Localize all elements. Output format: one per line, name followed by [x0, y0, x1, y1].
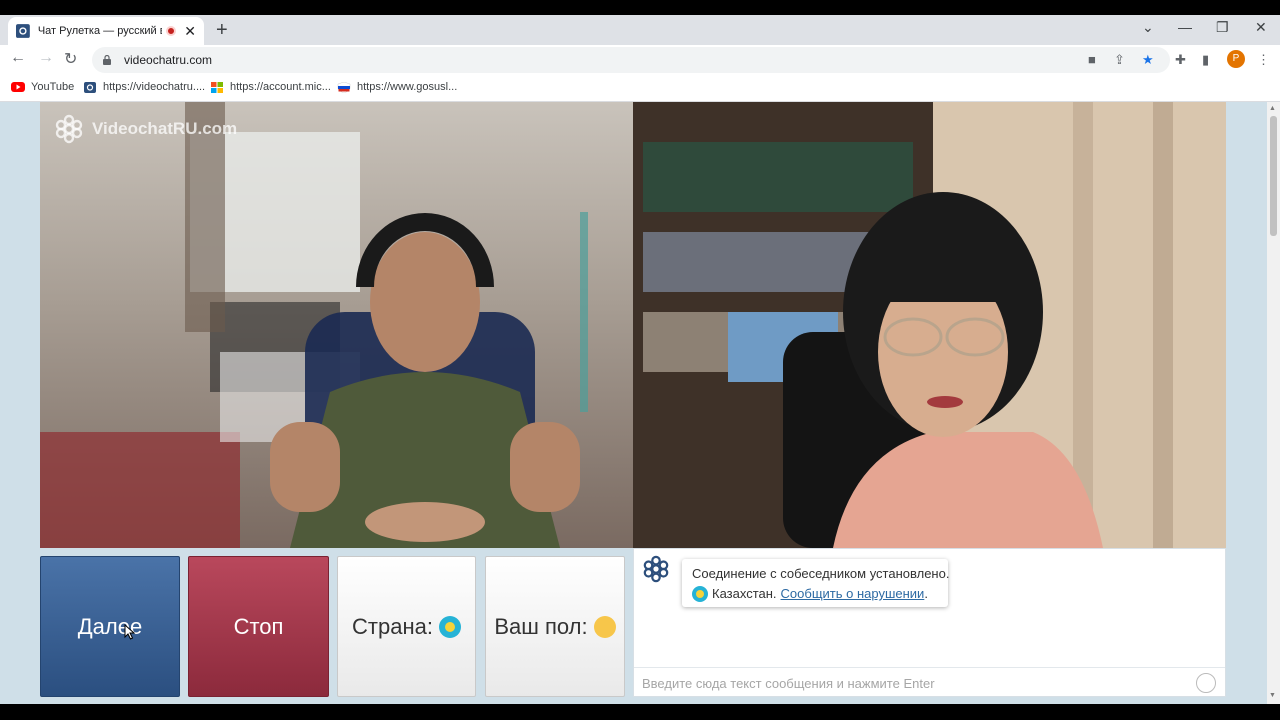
bookmark-label: https://videochatru.... — [103, 81, 206, 93]
bookmarks-bar: YouTube https://videochatru.... https://… — [0, 75, 1280, 102]
local-video: VideochatRU.com — [40, 102, 633, 548]
extensions-icon[interactable]: ✚ — [1175, 52, 1186, 68]
tab-strip: Чат Рулетка — русский вид ✕ + ⌄ — ❐ ✕ — [0, 15, 1280, 45]
chat-panel: Соединение с собеседником установлено. К… — [633, 548, 1226, 697]
local-video-scene — [40, 102, 588, 548]
partner-country: Казахстан. — [712, 586, 777, 601]
videochat-logo-icon — [55, 114, 83, 144]
bookmark-label: https://account.mic... — [230, 81, 331, 93]
next-button[interactable]: Далее — [40, 556, 180, 697]
watermark-text: VideochatRU.com — [92, 119, 238, 138]
chat-input-row — [634, 667, 1225, 697]
report-abuse-link[interactable]: Сообщить о нарушении — [781, 584, 925, 604]
lock-icon — [103, 55, 111, 65]
country-line: Казахстан. Сообщить о нарушении . — [692, 584, 938, 604]
address-bar[interactable]: videochatru.com ■ ⇪ ★ — [92, 47, 1170, 73]
page-content: VideochatRU.com Далее Стоп Страна: Ваш п… — [0, 102, 1267, 704]
screen: Чат Рулетка — русский вид ✕ + ⌄ — ❐ ✕ ← … — [0, 0, 1280, 720]
country-button[interactable]: Страна: — [337, 556, 476, 697]
kazakhstan-flag-icon — [692, 586, 708, 602]
back-icon[interactable]: ← — [10, 49, 26, 67]
gender-button[interactable]: Ваш пол: — [485, 556, 625, 697]
site-watermark: VideochatRU.com — [54, 114, 237, 144]
connection-message: Соединение с собеседником установлено. — [692, 566, 950, 581]
minimize-button[interactable]: — — [1178, 19, 1192, 35]
chat-message-input[interactable] — [642, 673, 1182, 693]
country-label: Страна: — [352, 613, 433, 639]
reload-icon[interactable]: ↻ — [64, 49, 77, 69]
url-text: videochatru.com — [124, 53, 213, 67]
toolbar: ← → ↻ videochatru.com ■ ⇪ ★ ✚ ▮ P ⋮ — [0, 45, 1280, 75]
scroll-up-icon[interactable]: ▲ — [1269, 105, 1276, 112]
bookmark-star-icon[interactable]: ★ — [1142, 52, 1154, 68]
page-scrollbar[interactable]: ▲ ▼ — [1267, 102, 1280, 704]
browser-tab[interactable]: Чат Рулетка — русский вид ✕ — [8, 17, 204, 45]
bottom-bar — [0, 704, 1280, 720]
tab-search-icon[interactable]: ⌄ — [1142, 19, 1154, 36]
female-face-icon — [593, 615, 616, 638]
bookmark-videochat[interactable]: https://videochatru.... — [83, 81, 205, 93]
tab-title: Чат Рулетка — русский вид — [37, 25, 163, 37]
menu-icon[interactable]: ⋮ — [1257, 52, 1270, 68]
side-panel-icon[interactable]: ▮ — [1202, 52, 1209, 68]
new-tab-button[interactable]: + — [216, 19, 228, 42]
bookmark-label: YouTube — [31, 81, 75, 93]
period: . — [924, 586, 928, 601]
bookmark-gosuslugi[interactable]: https://www.gosusl... — [337, 81, 457, 93]
close-window-button[interactable]: ✕ — [1255, 19, 1267, 36]
camera-icon[interactable]: ■ — [1088, 52, 1096, 67]
scroll-thumb[interactable] — [1270, 116, 1277, 236]
bookmark-youtube[interactable]: YouTube — [11, 81, 74, 93]
system-message: Соединение с собеседником установлено. К… — [682, 559, 950, 607]
gender-label: Ваш пол: — [494, 613, 588, 639]
profile-avatar[interactable]: P — [1227, 50, 1245, 68]
share-icon[interactable]: ⇪ — [1114, 52, 1125, 68]
remote-video-scene — [633, 102, 1226, 548]
microsoft-icon — [211, 81, 223, 93]
restore-button[interactable]: ❐ — [1216, 19, 1229, 36]
videochat-logo-icon — [643, 555, 669, 583]
remote-video — [633, 102, 1226, 548]
videochat-favicon-icon — [16, 24, 30, 38]
kazakhstan-flag-icon — [438, 615, 461, 638]
youtube-icon — [11, 81, 25, 92]
stop-label: Стоп — [233, 613, 284, 639]
mouse-cursor-icon — [124, 624, 136, 640]
stop-button[interactable]: Стоп — [188, 556, 329, 697]
recording-icon — [166, 26, 177, 36]
tab-close-icon[interactable]: ✕ — [184, 23, 196, 40]
browser-chrome: Чат Рулетка — русский вид ✕ + ⌄ — ❐ ✕ ← … — [0, 15, 1280, 102]
emoji-icon[interactable] — [1196, 673, 1216, 693]
forward-icon[interactable]: → — [38, 49, 54, 67]
videochat-icon — [84, 81, 96, 93]
bookmark-microsoft[interactable]: https://account.mic... — [210, 81, 331, 93]
bookmark-label: https://www.gosusl... — [357, 81, 458, 93]
scroll-down-icon[interactable]: ▼ — [1269, 692, 1276, 699]
gosuslugi-icon — [337, 81, 351, 93]
